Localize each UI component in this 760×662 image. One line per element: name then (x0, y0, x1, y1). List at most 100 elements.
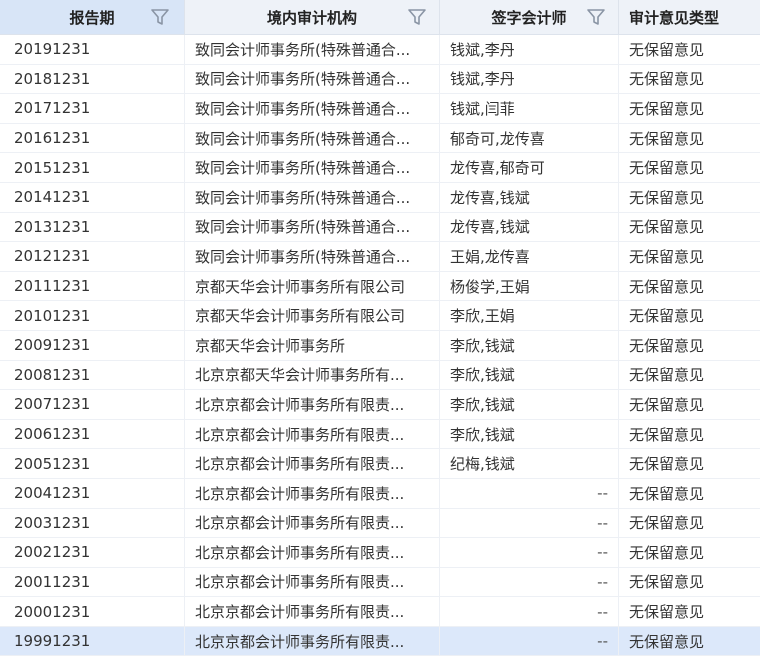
table-row[interactable]: 20091231 京都天华会计师事务所 李欣,钱斌 无保留意见 (0, 330, 760, 361)
column-header-audit-firm[interactable]: 境内审计机构 (185, 0, 440, 34)
cell-audit-firm: 北京京都会计师事务所有限责... (185, 626, 440, 656)
filter-icon[interactable] (407, 8, 427, 26)
cell-report-period: 20181231 (0, 64, 185, 94)
cell-signing-accountants: 郁奇可,龙传喜 (440, 123, 619, 153)
cell-opinion-type: 无保留意见 (629, 277, 705, 296)
cell-signing-accountants: 纪梅,钱斌 (440, 449, 619, 478)
cell-audit-firm: 北京京都天华会计师事务所有... (185, 360, 440, 390)
column-header-signing-accountants[interactable]: 签字会计师 (440, 0, 619, 34)
cell-opinion-type: 无保留意见 (629, 395, 705, 414)
cell-signing-accountants: 钱斌,闫菲 (440, 94, 619, 123)
table-row[interactable]: 20101231 京都天华会计师事务所有限公司 李欣,王娟 无保留意见 (0, 301, 760, 331)
column-header-period[interactable]: 报告期 (0, 0, 185, 34)
cell-report-period: 20091231 (0, 330, 185, 360)
table-row[interactable]: 20051231 北京京都会计师事务所有限责... 纪梅,钱斌 无保留意见 (0, 449, 760, 479)
cell-audit-firm: 北京京都会计师事务所有限责... (185, 478, 440, 508)
cell-audit-firm: 致同会计师事务所(特殊普通合... (185, 123, 440, 153)
cell-opinion-type: 无保留意见 (629, 455, 705, 474)
table-row[interactable]: 20111231 京都天华会计师事务所有限公司 杨俊学,王娟 无保留意见 (0, 271, 760, 302)
column-header-label: 境内审计机构 (266, 8, 357, 27)
cell-report-period: 20121231 (0, 242, 185, 271)
column-header-opinion-type[interactable]: 审计意见类型 (619, 0, 760, 34)
cell-report-period: 19991231 (0, 626, 185, 656)
cell-signing-accountants: -- (440, 597, 619, 626)
cell-report-period: 20151231 (0, 153, 185, 182)
table-row[interactable]: 20161231 致同会计师事务所(特殊普通合... 郁奇可,龙传喜 无保留意见 (0, 123, 760, 154)
table-row[interactable]: 20081231 北京京都天华会计师事务所有... 李欣,钱斌 无保留意见 (0, 360, 760, 391)
cell-audit-firm: 致同会计师事务所(特殊普通合... (185, 182, 440, 212)
cell-opinion-type: 无保留意见 (629, 129, 705, 148)
cell-opinion-type: 无保留意见 (629, 366, 705, 385)
table-row[interactable]: 20181231 致同会计师事务所(特殊普通合... 钱斌,李丹 无保留意见 (0, 64, 760, 95)
cell-audit-firm: 京都天华会计师事务所有限公司 (185, 271, 440, 301)
cell-signing-accountants: -- (440, 626, 619, 656)
cell-signing-accountants: 王娟,龙传喜 (440, 242, 619, 271)
cell-audit-firm: 致同会计师事务所(特殊普通合... (185, 64, 440, 94)
cell-signing-accountants: -- (440, 508, 619, 538)
cell-report-period: 20071231 (0, 390, 185, 419)
cell-report-period: 20161231 (0, 123, 185, 153)
table-row[interactable]: 20071231 北京京都会计师事务所有限责... 李欣,钱斌 无保留意见 (0, 390, 760, 420)
cell-audit-firm: 致同会计师事务所(特殊普通合... (185, 153, 440, 182)
cell-signing-accountants: 李欣,王娟 (440, 301, 619, 330)
cell-report-period: 20031231 (0, 508, 185, 538)
cell-opinion-type: 无保留意见 (629, 218, 705, 237)
cell-audit-firm: 北京京都会计师事务所有限责... (185, 508, 440, 538)
cell-opinion-type: 无保留意见 (629, 99, 705, 118)
table-row[interactable]: 20041231 北京京都会计师事务所有限责... -- 无保留意见 (0, 478, 760, 509)
table-row[interactable]: 20131231 致同会计师事务所(特殊普通合... 龙传喜,钱斌 无保留意见 (0, 212, 760, 243)
table-row[interactable]: 20141231 致同会计师事务所(特殊普通合... 龙传喜,钱斌 无保留意见 (0, 182, 760, 213)
cell-signing-accountants: 李欣,钱斌 (440, 390, 619, 419)
cell-opinion-type: 无保留意见 (629, 307, 705, 326)
cell-opinion-type: 无保留意见 (629, 514, 705, 533)
cell-signing-accountants: -- (440, 538, 619, 567)
table-row[interactable]: 20001231 北京京都会计师事务所有限责... -- 无保留意见 (0, 597, 760, 627)
cell-audit-firm: 京都天华会计师事务所有限公司 (185, 301, 440, 330)
column-header-label: 签字会计师 (491, 8, 567, 27)
column-header-label: 报告期 (69, 8, 115, 27)
table-row[interactable]: 20121231 致同会计师事务所(特殊普通合... 王娟,龙传喜 无保留意见 (0, 242, 760, 272)
audit-table: 报告期 境内审计机构 签字会计师 审计意见类型 20191231 致同会计师事务所… (0, 0, 760, 662)
cell-report-period: 20061231 (0, 419, 185, 449)
cell-opinion-type: 无保留意见 (629, 159, 705, 178)
cell-report-period: 20131231 (0, 212, 185, 242)
cell-signing-accountants: -- (440, 567, 619, 597)
cell-report-period: 20141231 (0, 182, 185, 212)
table-body: 20191231 致同会计师事务所(特殊普通合... 钱斌,李丹 无保留意见 20181… (0, 35, 760, 657)
cell-report-period: 20011231 (0, 567, 185, 597)
cell-signing-accountants: 钱斌,李丹 (440, 35, 619, 64)
cell-signing-accountants: 龙传喜,钱斌 (440, 182, 619, 212)
cell-signing-accountants: 李欣,钱斌 (440, 360, 619, 390)
cell-audit-firm: 致同会计师事务所(特殊普通合... (185, 242, 440, 271)
cell-opinion-type: 无保留意见 (629, 603, 705, 622)
cell-signing-accountants: -- (440, 478, 619, 508)
cell-report-period: 20171231 (0, 94, 185, 123)
filter-icon[interactable] (586, 8, 606, 26)
table-row[interactable]: 20011231 北京京都会计师事务所有限责... -- 无保留意见 (0, 567, 760, 598)
filter-icon[interactable] (150, 8, 170, 26)
cell-audit-firm: 北京京都会计师事务所有限责... (185, 538, 440, 567)
table-row[interactable]: 20031231 北京京都会计师事务所有限责... -- 无保留意见 (0, 508, 760, 539)
table-header: 报告期 境内审计机构 签字会计师 审计意见类型 (0, 0, 760, 35)
table-row[interactable]: 20171231 致同会计师事务所(特殊普通合... 钱斌,闫菲 无保留意见 (0, 94, 760, 124)
cell-audit-firm: 致同会计师事务所(特殊普通合... (185, 35, 440, 64)
table-row[interactable]: 20021231 北京京都会计师事务所有限责... -- 无保留意见 (0, 538, 760, 568)
cell-audit-firm: 京都天华会计师事务所 (185, 330, 440, 360)
table-row[interactable]: 20061231 北京京都会计师事务所有限责... 李欣,钱斌 无保留意见 (0, 419, 760, 450)
cell-audit-firm: 致同会计师事务所(特殊普通合... (185, 94, 440, 123)
cell-audit-firm: 北京京都会计师事务所有限责... (185, 419, 440, 449)
table-row[interactable]: 20151231 致同会计师事务所(特殊普通合... 龙传喜,郁奇可 无保留意见 (0, 153, 760, 183)
cell-audit-firm: 北京京都会计师事务所有限责... (185, 390, 440, 419)
cell-report-period: 20101231 (0, 301, 185, 330)
table-row[interactable]: 19991231 北京京都会计师事务所有限责... -- 无保留意见 (0, 626, 760, 657)
cell-signing-accountants: 龙传喜,郁奇可 (440, 153, 619, 182)
column-header-label: 审计意见类型 (629, 8, 720, 27)
cell-report-period: 20001231 (0, 597, 185, 626)
cell-opinion-type: 无保留意见 (629, 40, 705, 59)
cell-audit-firm: 致同会计师事务所(特殊普通合... (185, 212, 440, 242)
cell-signing-accountants: 龙传喜,钱斌 (440, 212, 619, 242)
cell-audit-firm: 北京京都会计师事务所有限责... (185, 567, 440, 597)
cell-report-period: 20111231 (0, 271, 185, 301)
table-row[interactable]: 20191231 致同会计师事务所(特殊普通合... 钱斌,李丹 无保留意见 (0, 35, 760, 65)
cell-signing-accountants: 李欣,钱斌 (440, 330, 619, 360)
